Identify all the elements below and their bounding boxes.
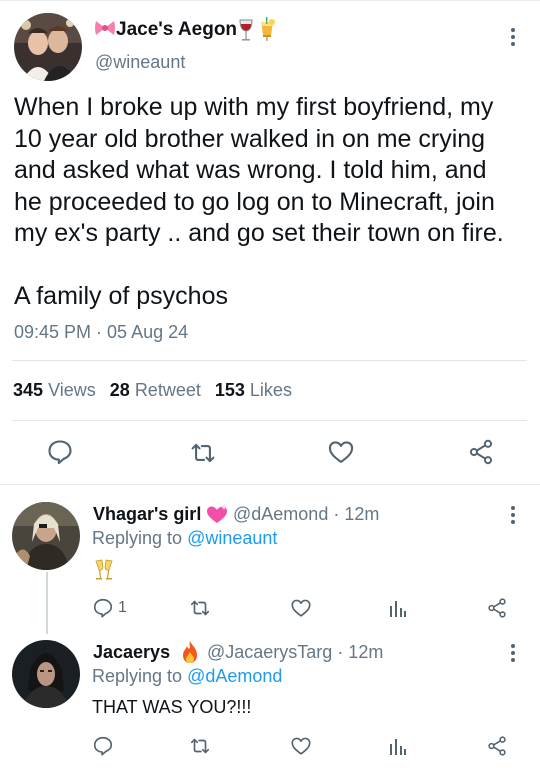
display-name[interactable]: Jace's Aegon bbox=[116, 19, 237, 41]
likes-count: 153 bbox=[214, 380, 245, 400]
views-count: 345 bbox=[13, 380, 44, 400]
section-separator bbox=[0, 484, 540, 485]
divider bbox=[12, 360, 527, 361]
clinking-glasses-icon bbox=[93, 558, 115, 587]
reply-meta[interactable]: @JacaerysTarg · 12m bbox=[207, 642, 383, 663]
wine-glass-icon bbox=[238, 18, 254, 47]
share-icon[interactable] bbox=[486, 597, 508, 619]
bow-icon bbox=[94, 18, 116, 43]
thread-line bbox=[46, 572, 48, 634]
reply-icon[interactable] bbox=[92, 735, 114, 757]
like-icon[interactable] bbox=[327, 438, 355, 466]
share-icon[interactable] bbox=[486, 735, 508, 757]
handle[interactable]: @wineaunt bbox=[95, 52, 185, 73]
avatar[interactable] bbox=[12, 640, 80, 708]
top-border bbox=[0, 0, 540, 1]
retweet-icon[interactable] bbox=[188, 597, 212, 619]
retweets-stat[interactable]: 28 Retweet bbox=[110, 380, 201, 400]
cocktail-icon bbox=[258, 17, 276, 48]
reply-text: THAT WAS YOU?!!! bbox=[92, 697, 252, 717]
likes-label: Likes bbox=[249, 380, 292, 400]
retweets-label: Retweet bbox=[134, 380, 201, 400]
reply-meta[interactable]: @dAemond · 12m bbox=[233, 504, 379, 525]
divider bbox=[12, 420, 527, 421]
retweet-icon[interactable] bbox=[188, 735, 212, 757]
tweet-paragraph: A family of psychos bbox=[14, 281, 228, 310]
more-options-icon[interactable] bbox=[510, 644, 516, 666]
replying-prefix: Replying to bbox=[92, 528, 183, 548]
engagement-stats: 345 Views 28 Retweet 153 Likes bbox=[13, 380, 292, 401]
replying-to: Replying to @dAemond bbox=[92, 666, 282, 687]
retweet-icon[interactable] bbox=[188, 439, 216, 467]
replying-to: Replying to @wineaunt bbox=[92, 528, 277, 549]
avatar[interactable] bbox=[12, 502, 80, 570]
retweets-count: 28 bbox=[109, 380, 130, 400]
more-options-icon[interactable] bbox=[510, 28, 516, 50]
share-icon[interactable] bbox=[467, 438, 495, 466]
like-icon[interactable] bbox=[290, 735, 312, 757]
replying-to-link[interactable]: @wineaunt bbox=[187, 528, 277, 548]
reply-button[interactable]: 1 bbox=[92, 597, 127, 619]
more-options-icon[interactable] bbox=[510, 506, 516, 528]
heart-sparkle-icon bbox=[205, 503, 229, 530]
reply-count: 1 bbox=[118, 599, 127, 616]
replying-prefix: Replying to bbox=[92, 666, 183, 686]
analytics-icon[interactable] bbox=[388, 735, 408, 757]
reply-display-name[interactable]: Vhagar's girl bbox=[93, 504, 201, 525]
tweet-paragraph: When I broke up with my first boyfriend,… bbox=[14, 93, 504, 247]
views-stat[interactable]: 345 Views bbox=[13, 380, 96, 400]
analytics-icon[interactable] bbox=[388, 597, 408, 619]
views-label: Views bbox=[48, 380, 96, 400]
tweet-text: When I broke up with my first boyfriend,… bbox=[14, 92, 529, 312]
reply-icon bbox=[93, 598, 113, 618]
like-icon[interactable] bbox=[290, 597, 312, 619]
likes-stat[interactable]: 153 Likes bbox=[215, 380, 292, 400]
reply-display-name[interactable]: Jacaerys bbox=[93, 642, 170, 663]
reply-icon[interactable] bbox=[46, 438, 74, 466]
replying-to-link[interactable]: @dAemond bbox=[187, 666, 282, 686]
fire-icon bbox=[180, 640, 200, 669]
avatar[interactable] bbox=[14, 13, 82, 81]
timestamp[interactable]: 09:45 PM · 05 Aug 24 bbox=[14, 322, 188, 343]
